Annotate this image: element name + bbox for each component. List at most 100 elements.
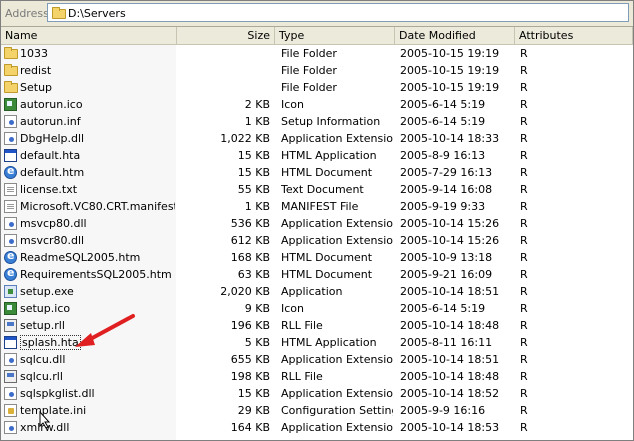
file-row[interactable]: redist File Folder 2005-10-15 19:19 R — [1, 62, 633, 79]
file-date-modified-text: 2005-10-14 18:52 — [400, 387, 500, 400]
dll-file-icon — [4, 234, 17, 247]
hta-file-icon — [4, 149, 17, 162]
ico-file-icon — [4, 98, 17, 111]
file-size-text: 536 KB — [230, 217, 270, 230]
file-attributes-text: R — [520, 285, 528, 298]
file-date-modified: 2005-8-9 16:13 — [400, 147, 515, 164]
file-row[interactable]: sqlcu.dll 655 KB Application Extension 2005… — [1, 351, 633, 368]
file-size-text: 1,022 KB — [220, 132, 270, 145]
rll-file-icon — [4, 319, 17, 332]
file-date-modified-text: 2005-10-14 18:48 — [400, 319, 500, 332]
file-attributes: R — [520, 45, 560, 62]
file-date-modified-text: 2005-10-14 15:26 — [400, 217, 500, 230]
file-type-text: Application Extension — [281, 132, 393, 145]
file-date-modified-text: 2005-10-15 19:19 — [400, 47, 500, 60]
file-size-text: 15 KB — [237, 387, 270, 400]
file-row[interactable]: msvcr80.dll 612 KB Application Extension 20… — [1, 232, 633, 249]
file-date-modified-text: 2005-9-19 9:33 — [400, 200, 486, 213]
file-attributes: R — [520, 113, 560, 130]
ico-file-icon — [4, 302, 17, 315]
file-date-modified-text: 2005-6-14 5:19 — [400, 115, 486, 128]
file-row[interactable]: setup.exe 2,020 KB Application 2005-10-14 1… — [1, 283, 633, 300]
file-type-text: HTML Document — [281, 268, 373, 281]
address-bar: Address D:\Servers — [1, 1, 633, 27]
file-attributes-text: R — [520, 353, 528, 366]
column-date-modified[interactable]: Date Modified — [395, 27, 515, 44]
file-row[interactable]: template.ini 29 KB Configuration Settings 2… — [1, 402, 633, 419]
file-type: HTML Document — [281, 266, 393, 283]
file-type-text: Configuration Settings — [281, 404, 393, 417]
file-date-modified: 2005-9-14 16:08 — [400, 181, 515, 198]
file-size-text: 2 KB — [244, 98, 270, 111]
red-arrow-annotation — [75, 314, 135, 347]
file-row[interactable]: msvcp80.dll 536 KB Application Extension 20… — [1, 215, 633, 232]
file-date-modified: 2005-10-9 13:18 — [400, 249, 515, 266]
file-row[interactable]: DbgHelp.dll 1,022 KB Application Extension… — [1, 130, 633, 147]
file-date-modified: 2005-10-14 18:53 — [400, 419, 515, 436]
file-name: 1033 — [20, 45, 175, 62]
file-size-text: 168 KB — [230, 251, 270, 264]
file-row[interactable]: Setup File Folder 2005-10-15 19:19 R — [1, 79, 633, 96]
file-attributes-text: R — [520, 302, 528, 315]
file-row[interactable]: autorun.inf 1 KB Setup Information 2005-6-1… — [1, 113, 633, 130]
column-type[interactable]: Type — [275, 27, 395, 44]
manifest-file-icon — [4, 200, 17, 213]
file-name: Setup — [20, 79, 175, 96]
file-type: Icon — [281, 96, 393, 113]
file-type-text: File Folder — [281, 81, 337, 94]
file-date-modified-text: 2005-10-14 18:51 — [400, 353, 500, 366]
file-date-modified: 2005-10-15 19:19 — [400, 62, 515, 79]
file-row[interactable]: license.txt 55 KB Text Document 2005-9-14 1… — [1, 181, 633, 198]
file-date-modified-text: 2005-10-15 19:19 — [400, 64, 500, 77]
file-type: Icon — [281, 300, 393, 317]
file-type-text: Icon — [281, 98, 304, 111]
file-type-text: RLL File — [281, 370, 323, 383]
file-name: setup.exe — [20, 283, 175, 300]
file-name-text: Setup — [20, 81, 53, 94]
file-row[interactable]: RequirementsSQL2005.htm 63 KB HTML Documen… — [1, 266, 633, 283]
column-name[interactable]: Name — [1, 27, 177, 44]
file-date-modified-text: 2005-10-9 13:18 — [400, 251, 493, 264]
file-row[interactable]: sqlspkglist.dll 15 KB Application Extensio… — [1, 385, 633, 402]
file-size-text: 5 KB — [244, 336, 270, 349]
mouse-cursor-icon — [39, 411, 51, 429]
column-attributes[interactable]: Attributes — [515, 27, 633, 44]
file-type: Application Extension — [281, 232, 393, 249]
file-name-text: sqlcu.dll — [20, 353, 66, 366]
file-name-text: setup.rll — [20, 319, 65, 332]
file-attributes-text: R — [520, 47, 528, 60]
file-size: 612 KB — [179, 232, 270, 249]
file-type-text: HTML Document — [281, 166, 373, 179]
file-row[interactable]: Microsoft.VC80.CRT.manifest 1 KB MANIFEST … — [1, 198, 633, 215]
file-type-text: Application Extension — [281, 217, 393, 230]
address-input[interactable]: D:\Servers — [47, 3, 629, 22]
inf-file-icon — [4, 115, 17, 128]
file-date-modified-text: 2005-9-21 16:09 — [400, 268, 493, 281]
file-size-text: 655 KB — [230, 353, 270, 366]
file-size-text: 612 KB — [230, 234, 270, 247]
file-size-text: 196 KB — [230, 319, 270, 332]
file-row[interactable]: xmlrw.dll 164 KB Application Extension 2005… — [1, 419, 633, 436]
file-type-text: Setup Information — [281, 115, 381, 128]
file-row[interactable]: sqlcu.rll 198 KB RLL File 2005-10-14 18:48 R — [1, 368, 633, 385]
file-name-text: template.ini — [20, 404, 87, 417]
file-row[interactable]: default.htm 15 KB HTML Document 2005-7-29 1… — [1, 164, 633, 181]
file-type-text: File Folder — [281, 64, 337, 77]
file-row[interactable]: default.hta 15 KB HTML Application 2005-8-9… — [1, 147, 633, 164]
file-name-text: msvcp80.dll — [20, 217, 87, 230]
file-size: 655 KB — [179, 351, 270, 368]
file-row[interactable]: 1033 File Folder 2005-10-15 19:19 R — [1, 45, 633, 62]
folder-icon — [4, 47, 18, 59]
file-row[interactable]: autorun.ico 2 KB Icon 2005-6-14 5:19 R — [1, 96, 633, 113]
file-name-text: default.hta — [20, 149, 81, 162]
file-size: 15 KB — [179, 164, 270, 181]
exe-file-icon — [4, 285, 17, 298]
file-attributes-text: R — [520, 387, 528, 400]
file-size: 15 KB — [179, 147, 270, 164]
column-size[interactable]: Size — [177, 27, 275, 44]
file-name-text: 1033 — [20, 47, 48, 60]
file-row[interactable]: ReadmeSQL2005.htm 168 KB HTML Document 2005… — [1, 249, 633, 266]
file-name: msvcr80.dll — [20, 232, 175, 249]
file-name-text: license.txt — [20, 183, 78, 196]
file-attributes: R — [520, 232, 560, 249]
